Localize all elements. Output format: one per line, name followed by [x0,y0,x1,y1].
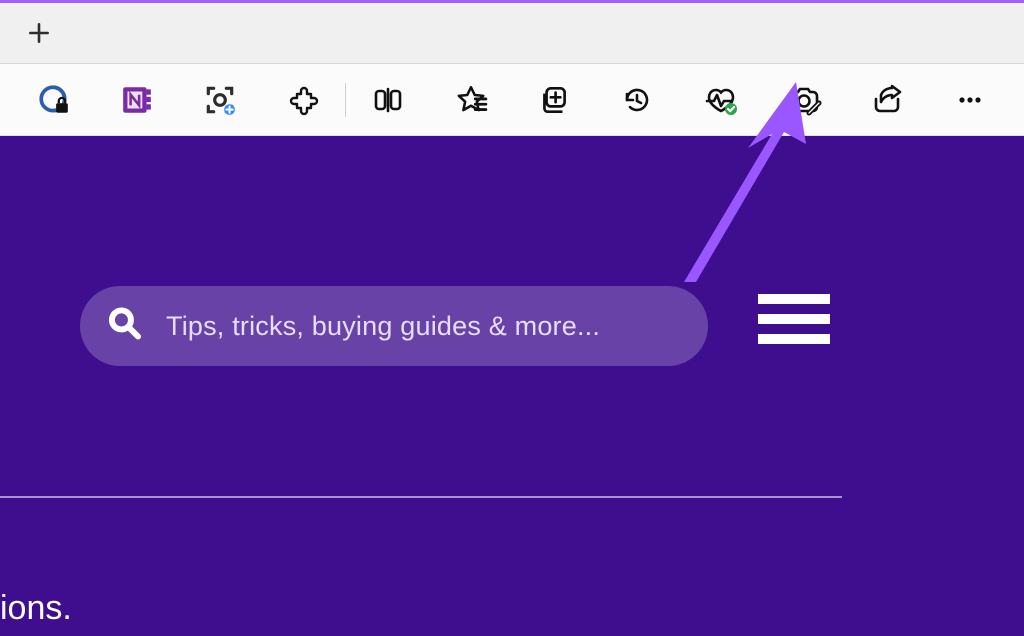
site-search [80,286,708,366]
collections-button[interactable] [512,76,595,124]
footer-text-fragment: ions. [0,589,72,628]
search-icon [106,305,144,348]
password-manager-button[interactable] [12,76,95,124]
favorites-button[interactable] [429,76,512,124]
split-screen-button[interactable] [346,76,429,124]
extensions-button[interactable] [262,76,345,124]
capture-icon [203,83,237,117]
collections-icon [537,83,571,117]
more-button[interactable] [929,76,1012,124]
horizontal-rule [0,496,842,498]
search-input[interactable] [166,311,708,342]
browser-action-bar [0,64,1024,136]
hamburger-bar-icon [758,294,830,304]
onenote-button[interactable] [95,76,178,124]
onenote-icon [120,83,154,117]
search-pill[interactable] [80,286,708,366]
more-icon [955,85,985,115]
new-tab-button[interactable] [16,10,62,56]
history-icon [621,84,653,116]
menu-button[interactable] [758,294,830,344]
history-button[interactable] [596,76,679,124]
browser-tab-strip [0,0,1024,64]
plus-icon [26,20,52,46]
web-capture-icon [786,83,822,117]
share-button[interactable] [845,76,928,124]
hamburger-bar-icon [758,314,830,324]
split-screen-icon [372,84,404,116]
page-content: ions. [0,136,1024,636]
performance-button[interactable] [679,76,762,124]
share-icon [870,84,904,116]
favorites-icon [454,83,488,117]
capture-button[interactable] [179,76,262,124]
extensions-icon [287,84,319,116]
password-manager-icon [37,83,71,117]
performance-icon [703,83,739,117]
web-capture-button[interactable] [762,76,845,124]
hamburger-bar-icon [758,334,830,344]
